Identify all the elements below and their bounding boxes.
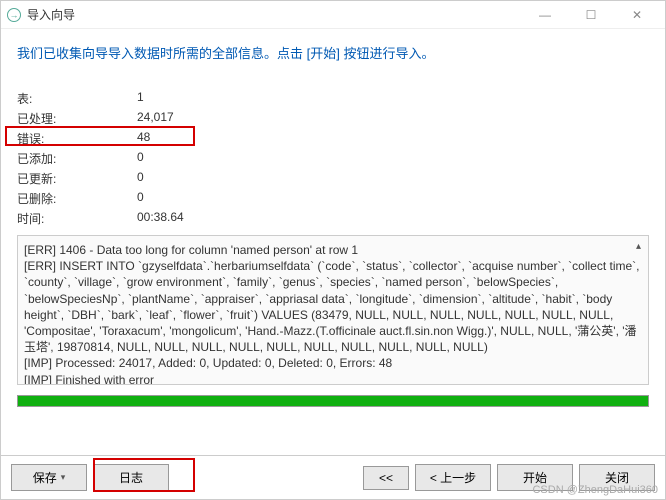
prev-button[interactable]: < 上一步: [415, 464, 491, 491]
wizard-icon: →: [7, 8, 21, 22]
stat-table-value: 1: [137, 90, 267, 107]
minimize-button[interactable]: —: [523, 3, 567, 27]
stat-processed-label: 已处理:: [17, 110, 137, 127]
content-area: 我们已收集向导导入数据时所需的全部信息。点击 [开始] 按钮进行导入。 表: 1…: [1, 29, 665, 455]
close-window-button[interactable]: ✕: [615, 3, 659, 27]
stat-time-label: 时间:: [17, 210, 137, 227]
stat-updated-label: 已更新:: [17, 170, 137, 187]
stat-updated-value: 0: [137, 170, 267, 187]
footer-bar: 保存 ▾ 日志 << < 上一步 开始 关闭: [1, 455, 665, 499]
stat-deleted-label: 已删除:: [17, 190, 137, 207]
log-line: [ERR] INSERT INTO `gzyselfdata`.`herbari…: [24, 258, 642, 355]
log-line: [IMP] Finished with error: [24, 372, 642, 386]
window-controls: — ☐ ✕: [523, 3, 659, 27]
log-output[interactable]: ▴ [ERR] 1406 - Data too long for column …: [17, 235, 649, 385]
stats-grid: 表: 1 已处理: 24,017 错误: 48 已添加: 0 已更新: 0 已删…: [17, 90, 649, 227]
stat-processed-value: 24,017: [137, 110, 267, 127]
stat-errors-label: 错误:: [17, 130, 137, 147]
stat-added-value: 0: [137, 150, 267, 167]
progress-bar: [17, 395, 649, 407]
log-line: [IMP] Processed: 24017, Added: 0, Update…: [24, 355, 642, 371]
stat-deleted-value: 0: [137, 190, 267, 207]
log-line: [ERR] 1406 - Data too long for column 'n…: [24, 242, 642, 258]
stat-time-value: 00:38.64: [137, 210, 267, 227]
maximize-button[interactable]: ☐: [569, 3, 613, 27]
import-wizard-window: → 导入向导 — ☐ ✕ 我们已收集向导导入数据时所需的全部信息。点击 [开始]…: [0, 0, 666, 500]
stat-added-label: 已添加:: [17, 150, 137, 167]
chevron-down-icon: ▾: [61, 472, 66, 483]
close-button[interactable]: 关闭: [579, 464, 655, 491]
window-title: 导入向导: [27, 6, 523, 23]
titlebar: → 导入向导 — ☐ ✕: [1, 1, 665, 29]
log-button[interactable]: 日志: [93, 464, 169, 491]
stat-errors-value: 48: [137, 130, 267, 147]
stat-table-label: 表:: [17, 90, 137, 107]
save-button-label: 保存: [33, 469, 57, 486]
scroll-up-icon[interactable]: ▴: [636, 240, 646, 254]
save-button[interactable]: 保存 ▾: [11, 464, 87, 491]
first-button[interactable]: <<: [363, 466, 409, 490]
start-button[interactable]: 开始: [497, 464, 573, 491]
instruction-text: 我们已收集向导导入数据时所需的全部信息。点击 [开始] 按钮进行导入。: [17, 43, 649, 62]
